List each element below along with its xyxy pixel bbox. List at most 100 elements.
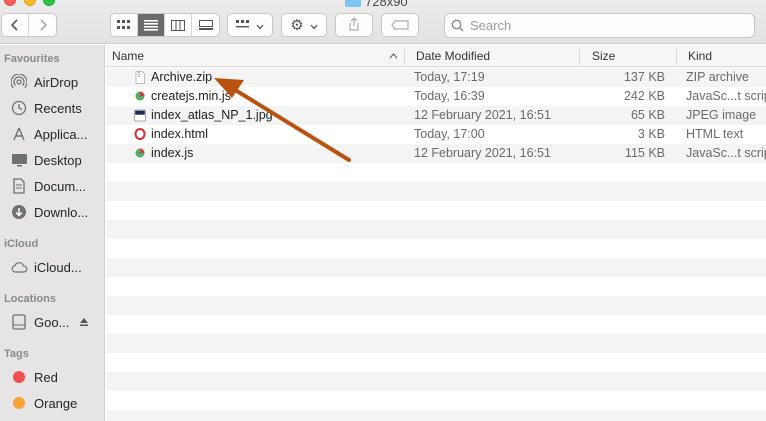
history-navigation (1, 13, 57, 37)
file-date: Today, 17:00 (414, 127, 485, 141)
sidebar-item-label: AirDrop (34, 74, 79, 90)
chevron-left-icon[interactable] (2, 14, 29, 36)
file-name: index.js (151, 146, 194, 160)
file-list: Name Date Modified Size Kind Archive.zip… (106, 45, 766, 421)
html-file-icon (134, 128, 146, 141)
view-mode-selector (110, 13, 220, 37)
gear-icon: ⚙ (290, 16, 304, 34)
sidebar: Favourites AirDrop Recents Applica... De… (0, 45, 105, 421)
sidebar-item-label: Recents (34, 100, 82, 116)
sidebar-item-label: Docum... (34, 178, 87, 194)
close-window-button[interactable] (4, 0, 16, 6)
column-view-icon[interactable] (165, 14, 192, 36)
sidebar-item-google-drive[interactable]: Goo... (10, 312, 89, 332)
clock-icon (10, 99, 28, 117)
sidebar-item-downloads[interactable]: Downlo... (10, 202, 88, 222)
action-button[interactable]: ⚙ (281, 13, 327, 37)
airdrop-icon (10, 73, 28, 91)
favourites-heading: Favourites (4, 53, 60, 65)
jpeg-file-icon (134, 109, 146, 122)
table-row[interactable]: index.html Today, 17:00 3 KB HTML text (106, 125, 766, 144)
js-file-icon (134, 90, 146, 103)
file-date: Today, 17:19 (414, 70, 485, 84)
document-icon (10, 177, 28, 195)
sidebar-item-label: iCloud... (34, 259, 82, 275)
file-kind: ZIP archive (686, 70, 749, 84)
zip-file-icon (134, 71, 146, 84)
table-row[interactable]: index_atlas_NP_1.jpg 12 February 2021, 1… (106, 106, 766, 125)
sidebar-item-tag-orange[interactable]: Orange (10, 393, 77, 413)
file-name: index.html (151, 127, 208, 141)
icon-view-icon[interactable] (111, 14, 138, 36)
sidebar-item-label: Goo... (34, 314, 70, 330)
empty-row (106, 201, 766, 220)
table-row[interactable]: index.js 12 February 2021, 16:51 115 KB … (106, 144, 766, 163)
sidebar-item-desktop[interactable]: Desktop (10, 150, 82, 170)
cloud-icon (10, 258, 28, 276)
empty-row (106, 334, 766, 353)
table-row[interactable]: createjs.min.js Today, 16:39 242 KB Java… (106, 87, 766, 106)
file-date: 12 February 2021, 16:51 (414, 146, 551, 160)
file-size: 65 KB (630, 108, 665, 122)
empty-row (106, 391, 766, 410)
empty-row (106, 296, 766, 315)
file-size: 3 KB (637, 127, 665, 141)
search-placeholder: Search (470, 18, 512, 33)
sort-ascending-icon[interactable] (389, 49, 398, 63)
desktop-icon (10, 151, 28, 169)
file-date: Today, 16:39 (414, 89, 485, 103)
tag-icon (391, 18, 409, 33)
file-name: createjs.min.js (151, 89, 231, 103)
file-name: index_atlas_NP_1.jpg (151, 108, 273, 122)
file-date: 12 February 2021, 16:51 (414, 108, 551, 122)
chevron-down-icon (310, 18, 318, 33)
minimize-window-button[interactable] (24, 0, 36, 6)
toolbar: 728x90 ⚙ Search (0, 0, 766, 44)
column-header-size[interactable]: Size (592, 49, 615, 63)
column-header-bar: Name Date Modified Size Kind (106, 45, 766, 67)
sidebar-item-label: Red (34, 369, 58, 385)
search-icon (451, 19, 464, 32)
chevron-right-icon[interactable] (29, 14, 56, 36)
empty-row (106, 239, 766, 258)
sidebar-item-airdrop[interactable]: AirDrop (10, 72, 78, 92)
tags-heading: Tags (4, 348, 29, 360)
group-by-button[interactable] (227, 13, 273, 37)
folder-icon (345, 0, 361, 7)
share-button[interactable] (335, 13, 373, 37)
sidebar-item-label: Applica... (34, 126, 88, 142)
orange-tag-dot-icon (13, 397, 25, 409)
search-field[interactable]: Search (444, 13, 755, 38)
sidebar-item-label: Orange (34, 395, 78, 411)
table-row[interactable]: Archive.zip Today, 17:19 137 KB ZIP arch… (106, 68, 766, 87)
empty-row (106, 220, 766, 239)
sidebar-item-icloud-drive[interactable]: iCloud... (10, 257, 82, 277)
eject-icon[interactable] (79, 317, 89, 327)
share-icon (348, 16, 360, 34)
chevron-down-icon (256, 18, 264, 33)
empty-row (106, 315, 766, 334)
empty-row (106, 182, 766, 201)
file-kind: JavaSc...t script (686, 146, 766, 160)
drive-icon (10, 313, 28, 331)
tag-button[interactable] (381, 13, 419, 37)
file-kind: JavaSc...t script (686, 89, 766, 103)
download-icon (10, 203, 28, 221)
empty-row (106, 372, 766, 391)
column-header-name[interactable]: Name (112, 49, 144, 63)
gallery-view-icon[interactable] (192, 14, 219, 36)
zoom-window-button[interactable] (43, 0, 55, 6)
file-size: 242 KB (623, 89, 665, 103)
file-kind: HTML text (686, 127, 744, 141)
file-size: 137 KB (623, 70, 665, 84)
sidebar-item-tag-red[interactable]: Red (10, 367, 58, 387)
column-header-date[interactable]: Date Modified (416, 49, 490, 63)
list-view-icon[interactable] (138, 14, 165, 36)
sidebar-item-recents[interactable]: Recents (10, 98, 82, 118)
empty-row (106, 353, 766, 372)
sidebar-item-applications[interactable]: Applica... (10, 124, 87, 144)
applications-icon (10, 125, 28, 143)
sidebar-item-documents[interactable]: Docum... (10, 176, 86, 196)
red-tag-dot-icon (13, 371, 25, 383)
column-header-kind[interactable]: Kind (688, 49, 712, 63)
